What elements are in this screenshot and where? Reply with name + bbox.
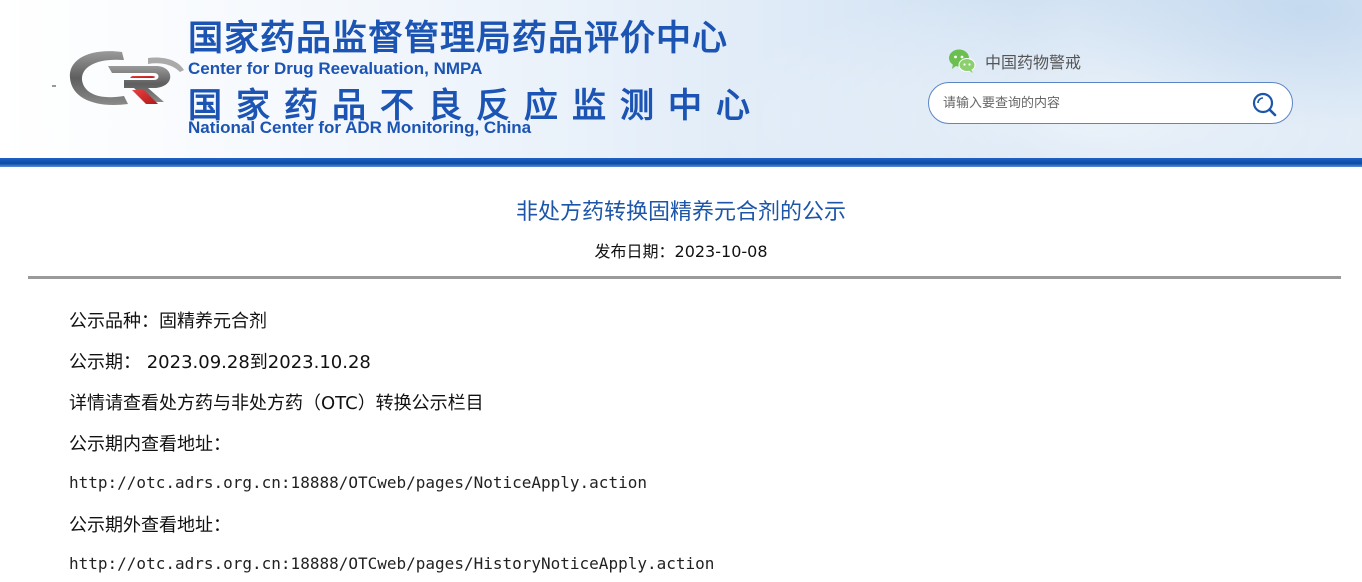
- publish-date-label: 发布日期：: [594, 242, 675, 261]
- notice-detail-part1: 详情请查看处方药与非处方药（: [69, 393, 321, 414]
- wechat-link[interactable]: 中国药物警戒: [948, 48, 1081, 74]
- wechat-icon: [949, 49, 976, 73]
- outside-period-url[interactable]: http://otc.adrs.org.cn:18888/OTCweb/page…: [69, 554, 714, 573]
- site-title-en-primary: Center for Drug Reevaluation, NMPA: [188, 59, 483, 78]
- publish-date-value: 2023-10-08: [674, 242, 768, 261]
- article-title: 非处方药转换固精养元合剂的公示: [515, 200, 846, 225]
- cdr-logo-icon[interactable]: [52, 42, 186, 116]
- inside-period-url[interactable]: http://otc.adrs.org.cn:18888/OTCweb/page…: [69, 473, 647, 492]
- notice-detail-part2: ）转换公示栏目: [357, 393, 484, 414]
- inside-period-label: 公示期内查看地址：: [69, 434, 231, 455]
- notice-period: 公示期： 2023.09.28到2023.10.28: [69, 348, 371, 374]
- search-input[interactable]: [943, 93, 1243, 113]
- outside-period-label: 公示期外查看地址：: [69, 515, 231, 536]
- site-title-en-secondary: National Center for ADR Monitoring, Chin…: [188, 118, 532, 137]
- site-header: 国家药品监督管理局药品评价中心 Center for Drug Reevalua…: [0, 0, 1362, 160]
- wechat-label: 中国药物警戒: [985, 53, 1082, 72]
- notice-period-start: 2023.09.28: [146, 352, 250, 373]
- notice-variety-value: 固精养元合剂: [159, 311, 267, 332]
- publish-date: 发布日期：2023-10-08: [0, 238, 1362, 262]
- notice-detail-otc: OTC: [321, 393, 358, 414]
- search-box: [928, 82, 1293, 124]
- notice-variety: 公示品种：固精养元合剂: [69, 307, 267, 333]
- title-divider: [28, 276, 1341, 279]
- notice-period-end: 2023.10.28: [267, 352, 371, 373]
- notice-detail: 详情请查看处方药与非处方药（OTC）转换公示栏目: [69, 389, 484, 415]
- notice-period-label: 公示期：: [69, 352, 141, 373]
- header-bottom-bar: [0, 158, 1362, 167]
- notice-period-to: 到: [249, 352, 268, 373]
- search-icon[interactable]: [1251, 91, 1277, 117]
- site-title-cn-primary: 国家药品监督管理局药品评价中心: [188, 19, 729, 59]
- notice-variety-label: 公示品种：: [69, 311, 159, 332]
